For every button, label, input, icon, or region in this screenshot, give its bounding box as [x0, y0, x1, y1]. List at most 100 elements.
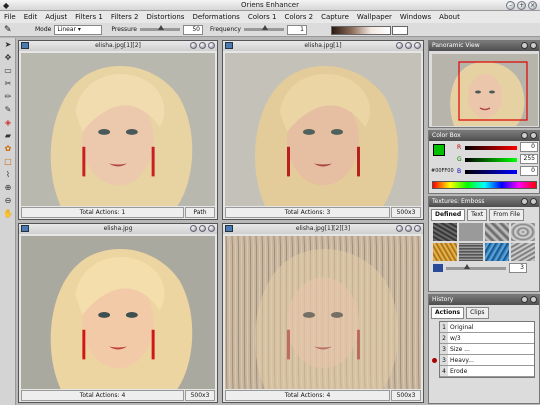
menu-file[interactable]: File: [4, 13, 16, 21]
brush-icon[interactable]: ✎: [4, 25, 22, 35]
menu-colors-2[interactable]: Colors 2: [284, 13, 313, 21]
image-window[interactable]: elisha.jpg[1][2][3] Total Actions: 4 500…: [222, 223, 424, 403]
history-item[interactable]: 4 Erode: [440, 366, 534, 377]
tab-actions[interactable]: Actions: [431, 307, 465, 319]
collapse-icon[interactable]: [521, 132, 528, 139]
frequency-slider[interactable]: [243, 25, 284, 31]
r-slider[interactable]: [465, 146, 517, 150]
maximize-icon[interactable]: [199, 225, 206, 232]
foreground-color-swatch[interactable]: [433, 144, 445, 156]
rectangle-tool-icon[interactable]: □: [1, 156, 15, 168]
image-window-title[interactable]: elisha.jpg: [19, 224, 217, 234]
collapse-icon[interactable]: [521, 296, 528, 303]
select-tool-icon[interactable]: ▭: [1, 65, 15, 77]
hand-tool-icon[interactable]: ✋: [1, 208, 15, 220]
close-icon[interactable]: [208, 42, 215, 49]
texture-swatch[interactable]: [433, 223, 457, 241]
maximize-button[interactable]: +: [517, 1, 526, 10]
texture-swatch[interactable]: [433, 243, 457, 261]
b-input[interactable]: 0: [520, 166, 538, 176]
menu-capture[interactable]: Capture: [321, 13, 349, 21]
close-button[interactable]: ×: [528, 1, 537, 10]
zoom-out-icon[interactable]: ⊖: [1, 195, 15, 207]
image-window-title[interactable]: elisha.jpg[1]: [223, 41, 423, 51]
image-window-title[interactable]: elisha.jpg[1][2][3]: [223, 224, 423, 234]
minimize-icon[interactable]: [396, 42, 403, 49]
pressure-slider[interactable]: [139, 25, 180, 31]
pencil-tool-icon[interactable]: ✏: [1, 91, 15, 103]
b-slider[interactable]: [465, 170, 517, 174]
photo-canvas[interactable]: [21, 236, 215, 389]
menu-about[interactable]: About: [439, 13, 460, 21]
close-icon[interactable]: [530, 132, 537, 139]
history-item[interactable]: 3 Heavy...: [432, 355, 534, 366]
gradient-preview[interactable]: [331, 26, 391, 35]
clone-tool-icon[interactable]: ✿: [1, 143, 15, 155]
menu-windows[interactable]: Windows: [400, 13, 431, 21]
tab-defined[interactable]: Defined: [431, 209, 466, 221]
color-spectrum[interactable]: [432, 181, 537, 189]
texture-swatch[interactable]: [459, 223, 483, 241]
texture-swatch[interactable]: [485, 223, 509, 241]
menu-distortions[interactable]: Distortions: [147, 13, 185, 21]
move-tool-icon[interactable]: ✥: [1, 52, 15, 64]
lasso-tool-icon[interactable]: ✂: [1, 78, 15, 90]
minimize-icon[interactable]: [190, 42, 197, 49]
panorama-thumbnail[interactable]: [432, 54, 538, 126]
r-input[interactable]: 0: [520, 142, 538, 152]
history-item[interactable]: 3 Size ...: [440, 344, 534, 355]
image-window[interactable]: elisha.jpg Total Actions: 4 500x3: [18, 223, 218, 403]
minimize-icon[interactable]: [396, 225, 403, 232]
fill-tool-icon[interactable]: ◈: [1, 117, 15, 129]
close-icon[interactable]: [414, 42, 421, 49]
color-preview[interactable]: [392, 26, 408, 35]
menu-filters-1[interactable]: Filters 1: [75, 13, 103, 21]
mode-select[interactable]: Linear ▾: [54, 24, 103, 35]
pressure-input[interactable]: 50: [182, 24, 203, 35]
history-item[interactable]: 2 w/3: [440, 333, 534, 344]
close-icon[interactable]: [530, 42, 537, 49]
minimize-button[interactable]: –: [506, 1, 515, 10]
close-icon[interactable]: [208, 225, 215, 232]
menu-filters-2[interactable]: Filters 2: [111, 13, 139, 21]
texture-color-icon[interactable]: [433, 264, 443, 272]
photo-canvas[interactable]: [21, 53, 215, 206]
texture-slider[interactable]: [446, 263, 506, 270]
menu-colors-1[interactable]: Colors 1: [248, 13, 277, 21]
tab-clips[interactable]: Clips: [466, 307, 489, 319]
history-item[interactable]: 1 Original: [440, 322, 534, 333]
zoom-in-icon[interactable]: ⊕: [1, 182, 15, 194]
maximize-icon[interactable]: [405, 225, 412, 232]
texture-swatch[interactable]: [485, 243, 509, 261]
frequency-input[interactable]: 1: [286, 24, 307, 35]
tab-from-file[interactable]: From File: [489, 209, 525, 221]
collapse-icon[interactable]: [521, 42, 528, 49]
g-input[interactable]: 255: [520, 154, 538, 164]
eraser-tool-icon[interactable]: ▰: [1, 130, 15, 142]
image-window[interactable]: elisha.jpg[1][2] Total Actions: 1 Path: [18, 40, 218, 220]
minimize-icon[interactable]: [190, 225, 197, 232]
tab-text[interactable]: Text: [467, 209, 488, 221]
brush-tool-icon[interactable]: ✎: [1, 104, 15, 116]
image-window-title[interactable]: elisha.jpg[1][2]: [19, 41, 217, 51]
maximize-icon[interactable]: [199, 42, 206, 49]
menu-deformations[interactable]: Deformations: [192, 13, 239, 21]
maximize-icon[interactable]: [405, 42, 412, 49]
menu-adjust[interactable]: Adjust: [45, 13, 67, 21]
collapse-icon[interactable]: [521, 198, 528, 205]
texture-swatch[interactable]: [459, 243, 483, 261]
menu-edit[interactable]: Edit: [24, 13, 38, 21]
photo-canvas[interactable]: [225, 236, 421, 389]
g-slider[interactable]: [465, 158, 517, 162]
photo-canvas[interactable]: [225, 53, 421, 206]
texture-swatch[interactable]: [511, 243, 535, 261]
eyedropper-tool-icon[interactable]: ⌇: [1, 169, 15, 181]
pointer-tool-icon[interactable]: ➤: [1, 39, 15, 51]
close-icon[interactable]: [414, 225, 421, 232]
texture-count-input[interactable]: 3: [509, 263, 527, 273]
image-window[interactable]: elisha.jpg[1] Total Actions: 3 500x3: [222, 40, 424, 220]
close-icon[interactable]: [530, 198, 537, 205]
close-icon[interactable]: [530, 296, 537, 303]
menu-wallpaper[interactable]: Wallpaper: [357, 13, 392, 21]
texture-swatch[interactable]: [511, 223, 535, 241]
